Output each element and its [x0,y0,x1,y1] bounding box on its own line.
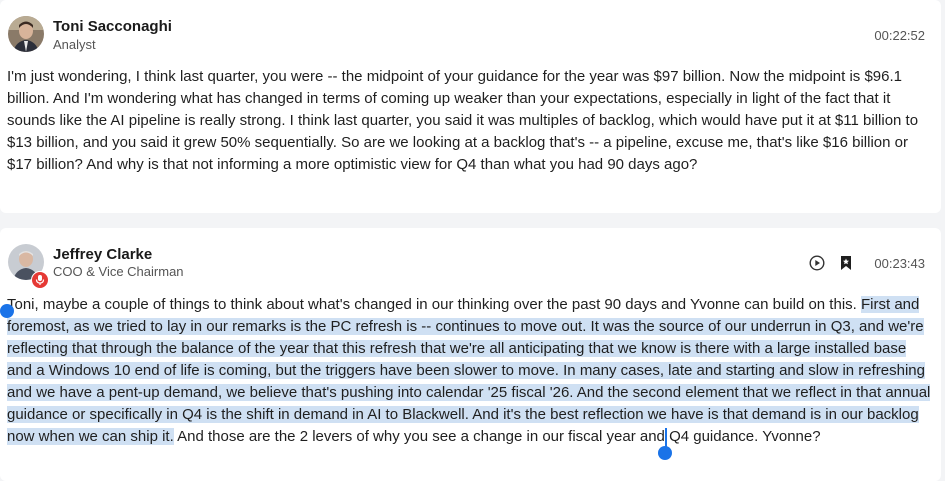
selection-start-handle[interactable] [0,304,14,318]
timestamp[interactable]: 00:22:52 [874,28,925,43]
selection-end-caret [665,428,667,448]
transcript-sentence: And those are the 2 levers of why you se… [173,428,821,445]
speaker-name: Jeffrey Clarke [53,246,153,263]
timestamp[interactable]: 00:23:43 [874,256,925,271]
selected-text[interactable]: First and foremost, as we tried to lay i… [7,296,931,445]
transcript-text: I'm just wondering, I think last quarter… [7,68,919,173]
avatar [8,16,44,52]
speaker-name: Toni Sacconaghi [53,18,172,35]
play-circle-icon[interactable] [809,255,825,271]
transcript-sentence: Toni, maybe a couple of things to think … [7,296,857,313]
transcript-entry: Jeffrey Clarke COO & Vice Chairman 00:23… [0,228,941,481]
bookmark-icon[interactable] [839,255,853,271]
transcript-text: Toni, maybe a couple of things to think … [7,294,932,448]
transcript-entry: Toni Sacconaghi Analyst 00:22:52 I'm jus… [0,0,941,213]
microphone-icon [31,271,49,289]
speaker-role: Analyst [53,37,96,52]
selection-end-handle[interactable] [658,446,672,460]
speaker-role: COO & Vice Chairman [53,264,184,279]
